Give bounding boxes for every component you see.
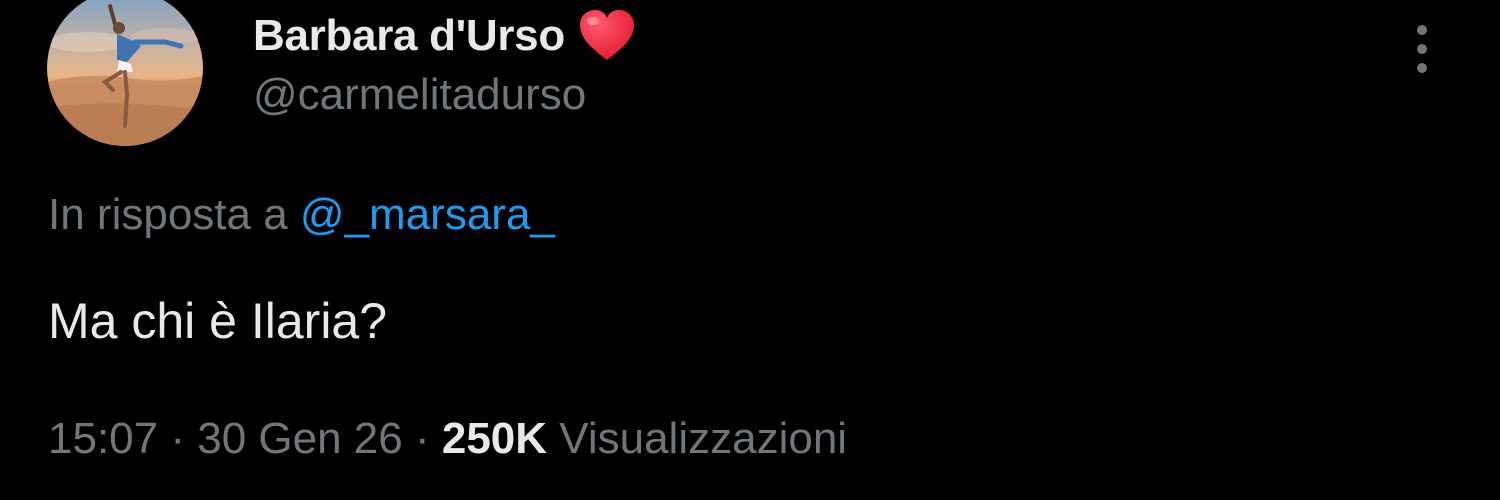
tweet-metadata: 15:07 · 30 Gen 26 · 250K Visualizzazioni (48, 414, 847, 464)
views-count: 250K (441, 414, 548, 463)
author-avatar[interactable] (47, 0, 203, 146)
meta-separator: · (170, 414, 185, 463)
tweet-detail: Barbara d'Urso @carmelitadurso In rispos (0, 0, 1500, 500)
avatar-photo (47, 0, 203, 146)
reply-mention-link[interactable]: @_marsara_ (300, 190, 555, 239)
author-handle[interactable]: @carmelitadurso (253, 70, 586, 120)
author-name-row: Barbara d'Urso (253, 8, 637, 64)
meta-separator: · (414, 414, 430, 463)
tweet-time[interactable]: 15:07 (48, 414, 158, 463)
author-display-name[interactable]: Barbara d'Urso (253, 11, 565, 61)
tweet-text: Ma chi è Ilaria? (48, 293, 388, 349)
reply-prefix: In risposta a (48, 190, 288, 239)
red-heart-icon (577, 8, 637, 64)
vertical-ellipsis-icon[interactable] (1404, 22, 1440, 78)
reply-context: In risposta a @_marsara_ (48, 190, 555, 240)
tweet-date[interactable]: 30 Gen 26 (197, 414, 403, 463)
views-label: Visualizzazioni (559, 414, 848, 463)
